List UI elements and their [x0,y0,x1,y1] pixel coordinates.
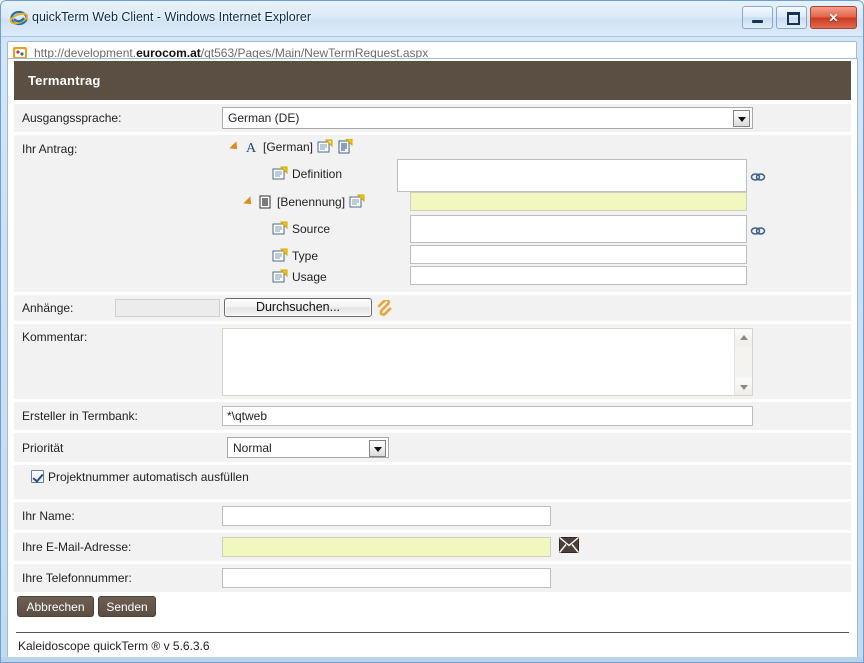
priority-select[interactable]: Normal [227,437,389,458]
comment-textarea-wrapper [222,328,753,396]
chevron-down-icon[interactable] [369,440,386,457]
row-source-language: Ausgangssprache: German (DE) [14,104,851,132]
row-creator: Ersteller in Termbank: [14,402,851,430]
row-your-email: Ihre E-Mail-Adresse: [14,533,851,561]
tree-node-benennung[interactable]: [Benennung] [243,194,365,210]
request-label: Ihr Antrag: [22,142,78,156]
your-phone-label: Ihre Telefonnummer: [22,571,132,585]
add-note-icon[interactable] [317,139,333,155]
browse-button[interactable]: Durchsuchen... [224,298,372,317]
your-phone-input[interactable] [222,568,551,588]
window-bottom-strip [1,657,863,662]
title-bar: quickTerm Web Client - Windows Internet … [1,1,863,37]
submit-button[interactable]: Senden [98,596,156,617]
comment-label: Kommentar: [22,330,88,344]
chain-link-icon[interactable] [750,223,766,239]
language-letter-a-icon: A [243,139,259,156]
tree-node-german[interactable]: A [German] [229,138,353,156]
your-name-label: Ihr Name: [22,509,75,523]
row-comment: Kommentar: [14,324,851,399]
page-viewport: Termantrag Ausgangssprache: German (DE) … [7,58,858,658]
chain-link-icon[interactable] [750,169,766,185]
maximize-button[interactable] [776,6,807,29]
row-request: Ihr Antrag: A [German] Definition [Benen… [14,135,851,292]
app-header: Termantrag [14,61,851,100]
footer-divider [16,632,849,633]
note-icon [272,221,288,237]
note-icon [272,248,288,264]
benennung-input[interactable] [410,192,747,211]
tree-node-label: [Benennung] [277,195,346,209]
tree-node-definition[interactable]: Definition [272,166,342,182]
source-language-value: German (DE) [228,111,300,125]
your-email-label: Ihre E-Mail-Adresse: [22,540,132,554]
scroll-down-icon[interactable] [735,378,752,395]
page-title: Termantrag [28,73,101,88]
source-input[interactable] [410,215,747,243]
add-note-icon[interactable] [349,194,365,210]
usage-input[interactable] [410,266,747,285]
envelope-icon[interactable] [558,536,580,553]
window-controls: ✕ [742,6,857,29]
internet-explorer-icon [9,9,29,27]
web-page: Termantrag Ausgangssprache: German (DE) … [8,59,857,657]
source-language-select[interactable]: German (DE) [222,107,753,129]
type-input[interactable] [410,245,747,264]
auto-project-number-label: Projektnummer automatisch ausfüllen [48,470,249,484]
tree-node-label: Source [292,222,331,236]
creator-label: Ersteller in Termbank: [22,409,138,423]
tree-node-type[interactable]: Type [272,248,318,264]
footer-text: Kaleidoscope quickTerm ® v 5.6.3.6 [18,639,210,653]
note-icon [272,269,288,285]
term-icon [257,194,273,210]
tree-node-usage[interactable]: Usage [272,269,327,285]
your-email-input[interactable] [222,537,551,557]
row-your-phone: Ihre Telefonnummer: [14,564,851,592]
auto-project-number-checkbox[interactable] [31,470,44,483]
expander-triangle-icon[interactable] [229,141,241,153]
priority-label: Priorität [22,441,64,455]
paperclip-icon[interactable] [376,298,392,316]
close-button[interactable]: ✕ [810,6,857,29]
tree-node-source[interactable]: Source [272,221,330,237]
row-priority: Priorität Normal [14,433,851,462]
chevron-down-icon[interactable] [733,110,750,127]
tree-node-label: Definition [292,167,343,181]
browser-window: quickTerm Web Client - Windows Internet … [0,0,864,663]
row-auto-project-number: Projektnummer automatisch ausfüllen [14,465,851,499]
minimize-icon [752,20,763,23]
tree-node-label: Usage [292,270,327,284]
attachment-file-input[interactable] [115,299,220,317]
note-icon [272,166,288,182]
comment-textarea[interactable] [223,329,735,395]
close-icon: ✕ [828,10,839,25]
cancel-button[interactable]: Abbrechen [17,596,94,617]
expander-triangle-icon[interactable] [243,196,255,208]
add-entry-icon[interactable] [337,138,353,155]
row-attachments: Anhänge: Durchsuchen... [14,295,851,321]
svg-text:A: A [246,141,257,155]
row-your-name: Ihr Name: [14,502,851,530]
creator-input[interactable] [222,406,753,426]
comment-scrollbar[interactable] [734,329,752,395]
window-title: quickTerm Web Client - Windows Internet … [32,10,312,24]
priority-value: Normal [233,441,272,455]
definition-input[interactable] [397,159,747,192]
tree-node-label: Type [292,249,319,263]
scroll-up-icon[interactable] [735,329,752,346]
maximize-icon [787,12,800,25]
your-name-input[interactable] [222,506,551,526]
attachments-label: Anhänge: [22,301,74,315]
tree-node-label: [German] [263,140,314,154]
minimize-button[interactable] [742,6,773,29]
source-language-label: Ausgangssprache: [22,111,122,125]
